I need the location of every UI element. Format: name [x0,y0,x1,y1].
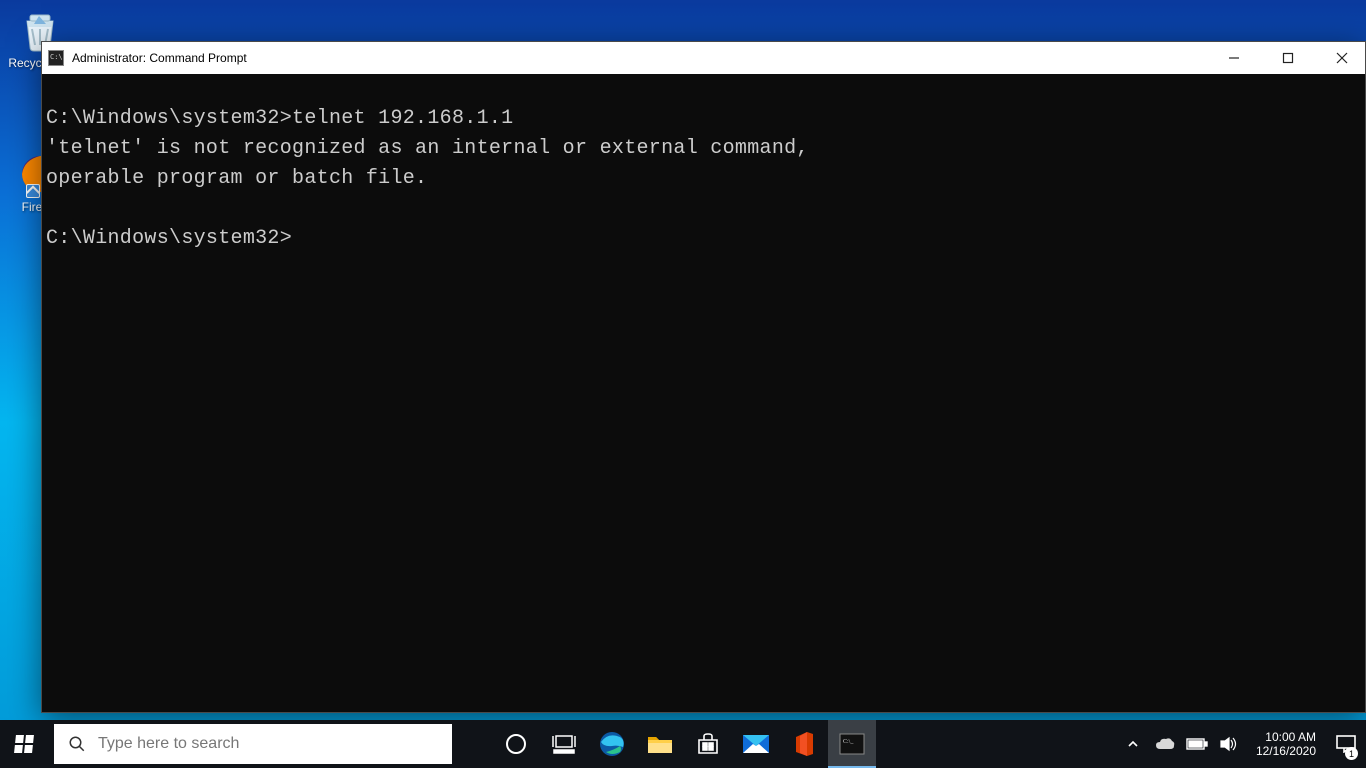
battery-icon [1186,738,1208,750]
speaker-icon [1220,736,1238,752]
taskbar-file-explorer[interactable] [636,720,684,768]
windows-logo-icon [14,735,34,753]
tray-overflow[interactable] [1122,720,1144,768]
window-title: Administrator: Command Prompt [72,51,247,65]
terminal-line: C:\Windows\system32> [46,227,292,250]
svg-text:C:\_: C:\_ [843,739,854,745]
tray-date: 12/16/2020 [1256,744,1316,758]
taskbar: Type here to search [0,720,1366,768]
start-button[interactable] [0,720,48,768]
task-view-icon [552,734,576,754]
terminal-line: 'telnet' is not recognized as an interna… [46,137,809,160]
tray-battery[interactable] [1186,720,1208,768]
terminal-line: C:\Windows\system32>telnet 192.168.1.1 [46,107,513,130]
minimize-button[interactable] [1211,42,1257,74]
notification-badge: 1 [1345,747,1358,760]
tray-time: 10:00 AM [1256,730,1316,744]
tray-onedrive[interactable] [1154,720,1176,768]
shortcut-arrow-icon [26,184,40,198]
terminal-icon: C:\_ [839,733,865,755]
office-icon [793,731,815,757]
taskbar-edge[interactable] [588,720,636,768]
cortana-icon [505,733,527,755]
tray-clock[interactable]: 10:00 AM 12/16/2020 [1250,730,1322,758]
taskbar-store[interactable] [684,720,732,768]
search-placeholder: Type here to search [98,735,239,753]
store-icon [695,731,721,757]
taskbar-search[interactable]: Type here to search [54,724,452,764]
tray-volume[interactable] [1218,720,1240,768]
taskbar-office[interactable] [780,720,828,768]
chevron-up-icon [1127,738,1139,750]
taskbar-cortana[interactable] [492,720,540,768]
edge-icon [598,730,626,758]
folder-icon [646,732,674,756]
system-tray: 10:00 AM 12/16/2020 1 [1122,720,1366,768]
tray-action-center[interactable]: 1 [1332,720,1360,768]
cmd-window: Administrator: Command Prompt C:\Windows… [41,41,1366,713]
mail-icon [741,733,771,755]
desktop[interactable]: Recycle Bin Firefox Administrator: Comma… [0,0,1366,768]
search-icon [68,735,86,753]
maximize-button[interactable] [1265,42,1311,74]
taskbar-cmd[interactable]: C:\_ [828,720,876,768]
titlebar[interactable]: Administrator: Command Prompt [42,42,1365,74]
close-button[interactable] [1319,42,1365,74]
taskbar-taskview[interactable] [540,720,588,768]
terminal-output[interactable]: C:\Windows\system32>telnet 192.168.1.1 '… [42,74,1365,712]
taskbar-mail[interactable] [732,720,780,768]
terminal-line: operable program or batch file. [46,167,427,190]
cmd-icon [48,50,64,66]
cloud-icon [1155,737,1175,751]
